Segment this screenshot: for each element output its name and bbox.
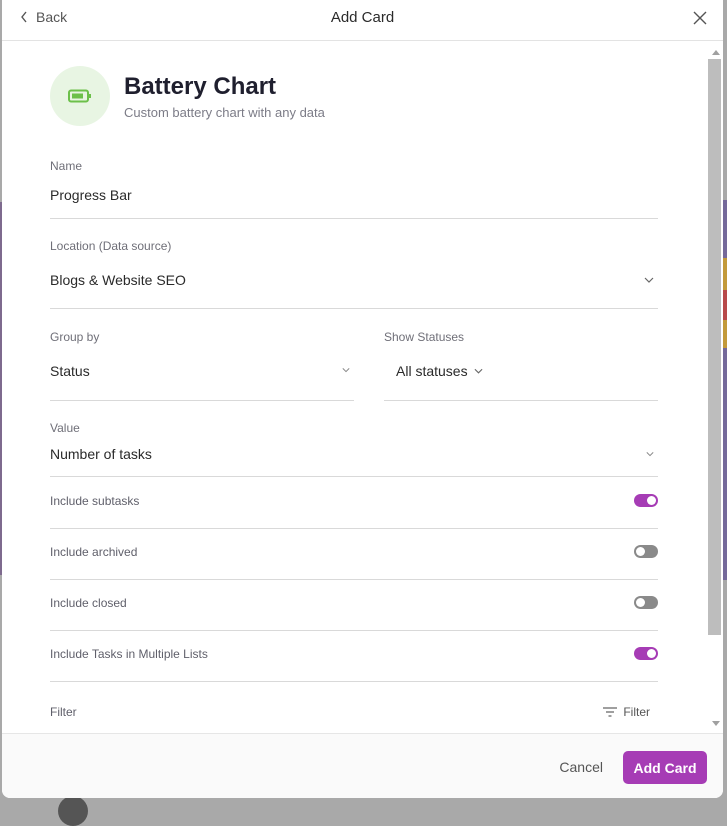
show-statuses-label: Show Statuses [384, 330, 465, 344]
hero-icon-circle [50, 66, 110, 126]
scroll-up-arrow[interactable] [712, 50, 720, 55]
include-subtasks-toggle[interactable] [634, 494, 658, 507]
value-field: Value Number of tasks [50, 421, 658, 477]
backdrop [723, 200, 727, 580]
include-closed-toggle[interactable] [634, 596, 658, 609]
value-select[interactable]: Number of tasks [50, 446, 152, 462]
value-label: Value [50, 421, 80, 435]
battery-icon [68, 89, 91, 103]
modal-body: Battery Chart Custom battery chart with … [2, 41, 723, 733]
toggle-row-include-subtasks: Include subtasks [50, 478, 658, 529]
toggle-row-include-multiple-lists: Include Tasks in Multiple Lists [50, 631, 658, 682]
show-statuses-select[interactable]: All statuses [396, 363, 483, 379]
toggle-label: Include closed [50, 596, 127, 610]
add-card-button[interactable]: Add Card [623, 751, 707, 784]
group-by-field: Group by Status [50, 330, 354, 401]
add-card-modal: Back Add Card Battery Chart Custom batte… [2, 0, 723, 798]
name-field: Name Progress Bar [50, 159, 658, 219]
name-label: Name [50, 159, 83, 173]
show-statuses-field: Show Statuses All statuses [384, 330, 658, 401]
card-type-subtitle: Custom battery chart with any data [124, 104, 325, 120]
include-archived-toggle[interactable] [634, 545, 658, 558]
location-select[interactable]: Blogs & Website SEO [50, 272, 186, 288]
scrollbar[interactable] [708, 59, 721, 635]
toggle-row-include-archived: Include archived [50, 529, 658, 580]
modal-header: Back Add Card [2, 0, 723, 41]
include-multiple-lists-toggle[interactable] [634, 647, 658, 660]
chevron-down-icon[interactable] [646, 451, 654, 457]
location-label: Location (Data source) [50, 239, 172, 253]
close-icon[interactable] [693, 11, 707, 25]
filter-row: Filter Filter [50, 705, 658, 725]
toggle-label: Include archived [50, 545, 138, 559]
cancel-button[interactable]: Cancel [559, 759, 603, 775]
chevron-down-icon[interactable] [644, 277, 654, 283]
group-by-select[interactable]: Status [50, 363, 90, 379]
group-by-label: Group by [50, 330, 100, 344]
filter-button-label: Filter [623, 705, 650, 719]
modal-footer: Cancel Add Card [2, 733, 723, 798]
backdrop [723, 290, 727, 320]
toggle-label: Include subtasks [50, 494, 140, 508]
location-field: Location (Data source) Blogs & Website S… [50, 239, 658, 309]
name-input[interactable]: Progress Bar [50, 187, 132, 203]
card-type-header: Battery Chart Custom battery chart with … [50, 66, 325, 126]
scroll-down-arrow[interactable] [712, 721, 720, 726]
toggle-label: Include Tasks in Multiple Lists [50, 647, 208, 661]
show-statuses-value: All statuses [396, 363, 468, 379]
filter-button[interactable]: Filter [603, 705, 650, 719]
filter-label: Filter [50, 705, 77, 719]
filter-icon [603, 707, 618, 717]
card-type-title: Battery Chart [124, 72, 277, 100]
chevron-down-icon [474, 368, 483, 374]
chevron-down-icon[interactable] [342, 367, 350, 373]
modal-title: Add Card [330, 9, 395, 26]
toggle-row-include-closed: Include closed [50, 580, 658, 631]
